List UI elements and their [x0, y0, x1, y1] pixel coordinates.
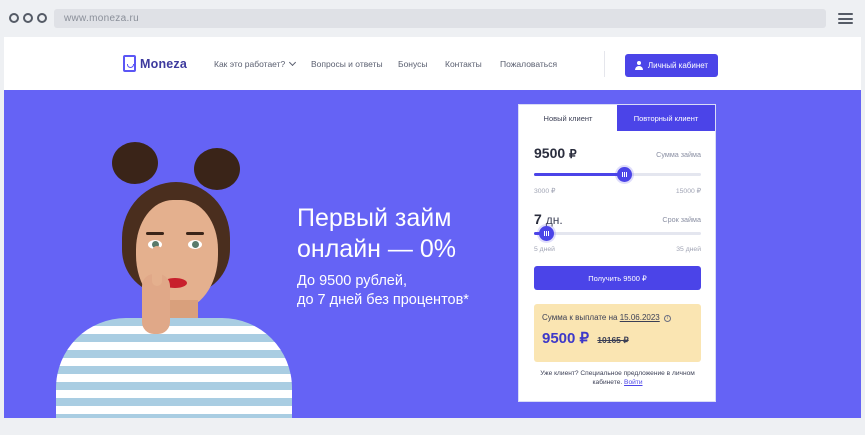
amount-max: 15000 ₽	[675, 188, 701, 195]
logo-text: Moneza	[140, 56, 188, 71]
existing-client-note: Уже клиент? Специальное предложение в ли…	[529, 369, 706, 387]
tab-new-client[interactable]: Новый клиент	[519, 105, 617, 131]
menu-item-label: Как это работает?	[214, 59, 286, 69]
payout-old-sum: 10165 ₽	[597, 335, 629, 345]
term-max: 35 дней	[676, 246, 701, 253]
hamburger-menu-icon[interactable]	[838, 13, 853, 24]
payout-sum: 9500 ₽	[542, 330, 590, 347]
address-bar[interactable]: www.moneza.ru	[54, 9, 826, 28]
tab-repeat-client[interactable]: Повторный клиент	[617, 105, 715, 131]
amount-slider-fill	[534, 173, 625, 176]
loan-calculator: Новый клиент Повторный клиент 9500 ₽ Сум…	[518, 104, 716, 402]
window-dot-icon[interactable]	[9, 13, 19, 23]
hair-bun-right	[194, 148, 240, 190]
term-slider[interactable]	[534, 226, 701, 241]
amount-value: 9500 ₽	[534, 145, 577, 161]
moneza-logo-icon	[123, 55, 136, 72]
payout-date: 15.06.2023	[619, 313, 660, 322]
personal-cabinet-button[interactable]: Личный кабинет	[625, 54, 718, 77]
menu-item-faq[interactable]: Вопросы и ответы	[311, 59, 383, 69]
hero-title: Первый займ онлайн — 0%	[297, 203, 527, 265]
term-value: 7 дн.	[534, 211, 563, 227]
site-header: Moneza Как это работает? Вопросы и ответ…	[4, 37, 861, 90]
user-icon	[634, 61, 643, 70]
chevron-down-icon	[289, 58, 297, 67]
brow	[146, 232, 164, 235]
amount-min: 3000 ₽	[534, 188, 556, 195]
amount-number: 9500	[534, 145, 566, 161]
web-page: Moneza Как это работает? Вопросы и ответ…	[4, 37, 861, 418]
amount-label: Сумма займа	[656, 150, 701, 159]
hero-subtitle-line: до 7 дней без процентов*	[297, 292, 469, 308]
amount-currency: ₽	[569, 147, 577, 161]
menu-item-complain[interactable]: Пожаловаться	[500, 59, 557, 69]
window-controls	[9, 13, 47, 23]
hero-subtitle: До 9500 рублей, до 7 дней без процентов*	[297, 272, 527, 310]
eye	[188, 240, 202, 249]
hero-subtitle-line: До 9500 рублей,	[297, 273, 407, 289]
browser-bottom-bar	[0, 418, 865, 435]
browser-chrome: www.moneza.ru	[0, 0, 865, 37]
payout-sum-row: 9500 ₽ 10165 ₽	[542, 329, 629, 347]
menu-item-bonuses[interactable]: Бонусы	[398, 59, 428, 69]
hair-bun-left	[112, 142, 158, 184]
brow	[186, 232, 204, 235]
moneza-logo[interactable]: Moneza	[123, 55, 187, 72]
menu-item-how-it-works[interactable]: Как это работает?	[214, 58, 297, 69]
payout-label: Сумма к выплате на	[542, 313, 618, 322]
term-label: Срок займа	[662, 215, 701, 224]
term-slider-handle[interactable]	[538, 226, 554, 241]
hero-section: Первый займ онлайн — 0% До 9500 рублей, …	[4, 90, 861, 418]
amount-slider-handle[interactable]	[617, 167, 633, 182]
finger	[152, 246, 162, 286]
existing-client-text: Уже клиент? Специальное предложение в ли…	[540, 370, 695, 386]
cabinet-label: Личный кабинет	[647, 61, 709, 70]
hero-title-line: Первый займ	[297, 204, 452, 232]
nav-divider	[604, 51, 605, 77]
amount-slider[interactable]	[534, 167, 701, 182]
hero-woman-photo	[56, 142, 296, 418]
client-tabs: Новый клиент Повторный клиент	[519, 105, 715, 131]
menu-item-contacts[interactable]: Контакты	[445, 59, 482, 69]
payout-label-row: Сумма к выплате на 15.06.2023 i	[542, 313, 671, 322]
info-icon[interactable]: i	[663, 315, 671, 322]
term-number: 7	[534, 211, 542, 227]
striped-shirt	[56, 318, 292, 418]
term-unit: дн.	[545, 213, 563, 227]
payout-box: Сумма к выплате на 15.06.2023 i 9500 ₽ 1…	[534, 304, 701, 362]
window-dot-icon[interactable]	[37, 13, 47, 23]
login-link[interactable]: Войти	[624, 379, 642, 386]
hero-title-line: онлайн — 0%	[297, 235, 456, 263]
get-loan-button[interactable]: Получить 9500 ₽	[534, 266, 701, 290]
term-min: 5 дней	[534, 246, 555, 253]
window-dot-icon[interactable]	[23, 13, 33, 23]
